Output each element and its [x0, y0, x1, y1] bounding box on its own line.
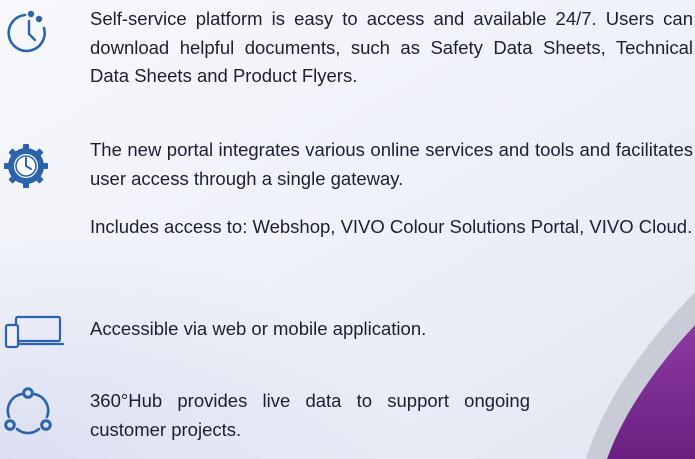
feature-portal-text: The new portal integrates various online… [90, 139, 693, 189]
feature-clock-text: Self-service platform is easy to access … [90, 8, 693, 86]
feature-devices-text: Accessible via web or mobile application… [90, 318, 427, 339]
feature-hub-text: 360°Hub provides live data to support on… [90, 390, 530, 440]
clock-icon [7, 10, 46, 53]
devices-icon [4, 315, 64, 349]
gear-stopwatch-icon [4, 144, 48, 188]
feature-portal-access-text: Includes access to: Webshop, VIVO Colour… [90, 216, 693, 237]
hub-cycle-icon [4, 387, 52, 435]
